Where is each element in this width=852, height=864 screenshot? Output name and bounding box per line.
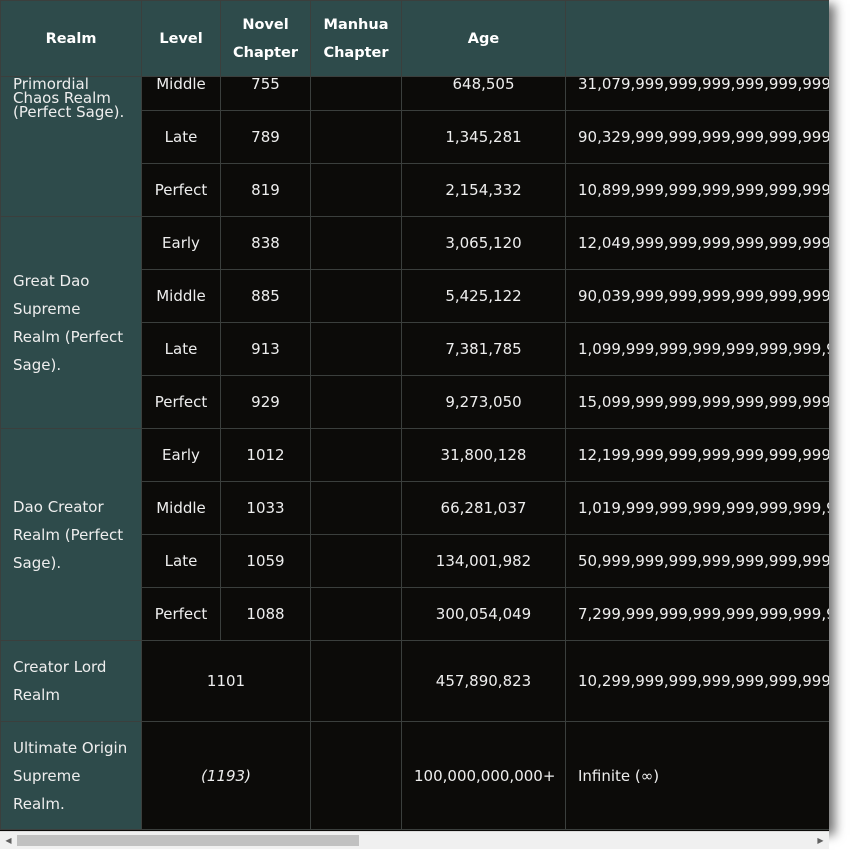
scroll-left-arrow-icon[interactable]: ◀ (0, 832, 17, 849)
header-level: Level (141, 0, 221, 77)
value-cell: 1,019,999,999,999,999,999,999,999 (565, 481, 829, 535)
manhua-cell (310, 269, 402, 323)
level-cell: Late (141, 322, 221, 376)
chapter-cell: 1033 (220, 481, 311, 535)
level-cell: Perfect (141, 587, 221, 641)
value-cell: 15,099,999,999,999,999,999,999,999 (565, 375, 829, 429)
manhua-cell (310, 163, 402, 217)
header-manhua-chapter: Manhua Chapter (310, 0, 402, 77)
age-cell: 134,001,982 (401, 534, 566, 588)
chapter-cell: 755 (220, 76, 311, 111)
level-cell: Perfect (141, 163, 221, 217)
value-cell: 90,329,999,999,999,999,999,999,999 (565, 110, 829, 164)
age-cell: 100,000,000,000+ (401, 721, 566, 830)
chapter-cell: 885 (220, 269, 311, 323)
value-cell: 90,039,999,999,999,999,999,999,999 (565, 269, 829, 323)
chapter-cell: 1059 (220, 534, 311, 588)
age-cell: 9,273,050 (401, 375, 566, 429)
level-cell: Middle (141, 269, 221, 323)
level-cell: Perfect (141, 375, 221, 429)
chapter-cell: (1193) (141, 721, 311, 830)
value-cell: 31,079,999,999,999,999,999,999,999 (565, 76, 829, 111)
value-cell: 12,199,999,999,999,999,999,999,999 (565, 428, 829, 482)
value-cell: 1,099,999,999,999,999,999,999,999 (565, 322, 829, 376)
value-cell: Infinite (∞) (565, 721, 829, 830)
manhua-cell (310, 481, 402, 535)
manhua-cell (310, 587, 402, 641)
chapter-cell: 913 (220, 322, 311, 376)
chapter-cell: 789 (220, 110, 311, 164)
chapter-cell: 838 (220, 216, 311, 270)
manhua-cell (310, 322, 402, 376)
realm-name-cell: Ultimate Origin Supreme Realm. (0, 721, 142, 830)
age-cell: 648,505 (401, 76, 566, 111)
chapter-cell: 819 (220, 163, 311, 217)
header-realm: Realm (0, 0, 142, 77)
header-extra (565, 0, 829, 77)
manhua-cell (310, 534, 402, 588)
manhua-cell (310, 375, 402, 429)
value-cell: 50,999,999,999,999,999,999,999,999 (565, 534, 829, 588)
age-cell: 31,800,128 (401, 428, 566, 482)
age-cell: 66,281,037 (401, 481, 566, 535)
realms-table: Realm Level Novel Chapter Manhua Chapter… (0, 0, 829, 830)
chapter-cell: 1088 (220, 587, 311, 641)
level-cell: Early (141, 428, 221, 482)
header-novel-chapter: Novel Chapter (220, 0, 311, 77)
manhua-cell (310, 110, 402, 164)
table-header-row: Realm Level Novel Chapter Manhua Chapter… (0, 0, 829, 77)
level-cell: Late (141, 534, 221, 588)
value-cell: 10,899,999,999,999,999,999,999,999 (565, 163, 829, 217)
chapter-cell: 1012 (220, 428, 311, 482)
age-cell: 300,054,049 (401, 587, 566, 641)
manhua-cell (310, 721, 402, 830)
value-cell: 10,299,999,999,999,999,999,999,999 (565, 640, 829, 722)
table-row: Creator Lord Realm 1101 457,890,823 10,2… (0, 640, 829, 722)
value-cell: 12,049,999,999,999,999,999,999,999 (565, 216, 829, 270)
horizontal-scrollbar[interactable]: ◀ ▶ (0, 831, 829, 849)
table-row: Ultimate Origin Supreme Realm. (1193) 10… (0, 721, 829, 830)
realm-name-cell: Creator Lord Realm (0, 640, 142, 722)
level-cell: Early (141, 216, 221, 270)
table-viewport: Realm Level Novel Chapter Manhua Chapter… (0, 0, 829, 831)
manhua-cell (310, 640, 402, 722)
realm-name-cell: Great Dao Supreme Realm (Perfect Sage). (0, 216, 142, 429)
chapter-cell: 929 (220, 375, 311, 429)
age-cell: 457,890,823 (401, 640, 566, 722)
age-cell: 1,345,281 (401, 110, 566, 164)
age-cell: 7,381,785 (401, 322, 566, 376)
header-age: Age (401, 0, 566, 77)
scrollbar-thumb[interactable] (17, 835, 359, 846)
manhua-cell (310, 76, 402, 111)
table-row: Primordial Chaos Realm (Perfect Sage). M… (0, 76, 829, 217)
value-cell: 7,299,999,999,999,999,999,999,999 (565, 587, 829, 641)
level-cell: Middle (141, 76, 221, 111)
manhua-cell (310, 428, 402, 482)
age-cell: 5,425,122 (401, 269, 566, 323)
age-cell: 3,065,120 (401, 216, 566, 270)
manhua-cell (310, 216, 402, 270)
level-cell: Middle (141, 481, 221, 535)
table-row: Dao Creator Realm (Perfect Sage). Early … (0, 428, 829, 641)
age-cell: 2,154,332 (401, 163, 566, 217)
chapter-cell: 1101 (141, 640, 311, 722)
realm-name-cell: Dao Creator Realm (Perfect Sage). (0, 428, 142, 641)
level-cell: Late (141, 110, 221, 164)
table-row: Great Dao Supreme Realm (Perfect Sage). … (0, 216, 829, 429)
scroll-right-arrow-icon[interactable]: ▶ (812, 832, 829, 849)
realm-name-cell: Primordial Chaos Realm (Perfect Sage). (0, 76, 142, 217)
